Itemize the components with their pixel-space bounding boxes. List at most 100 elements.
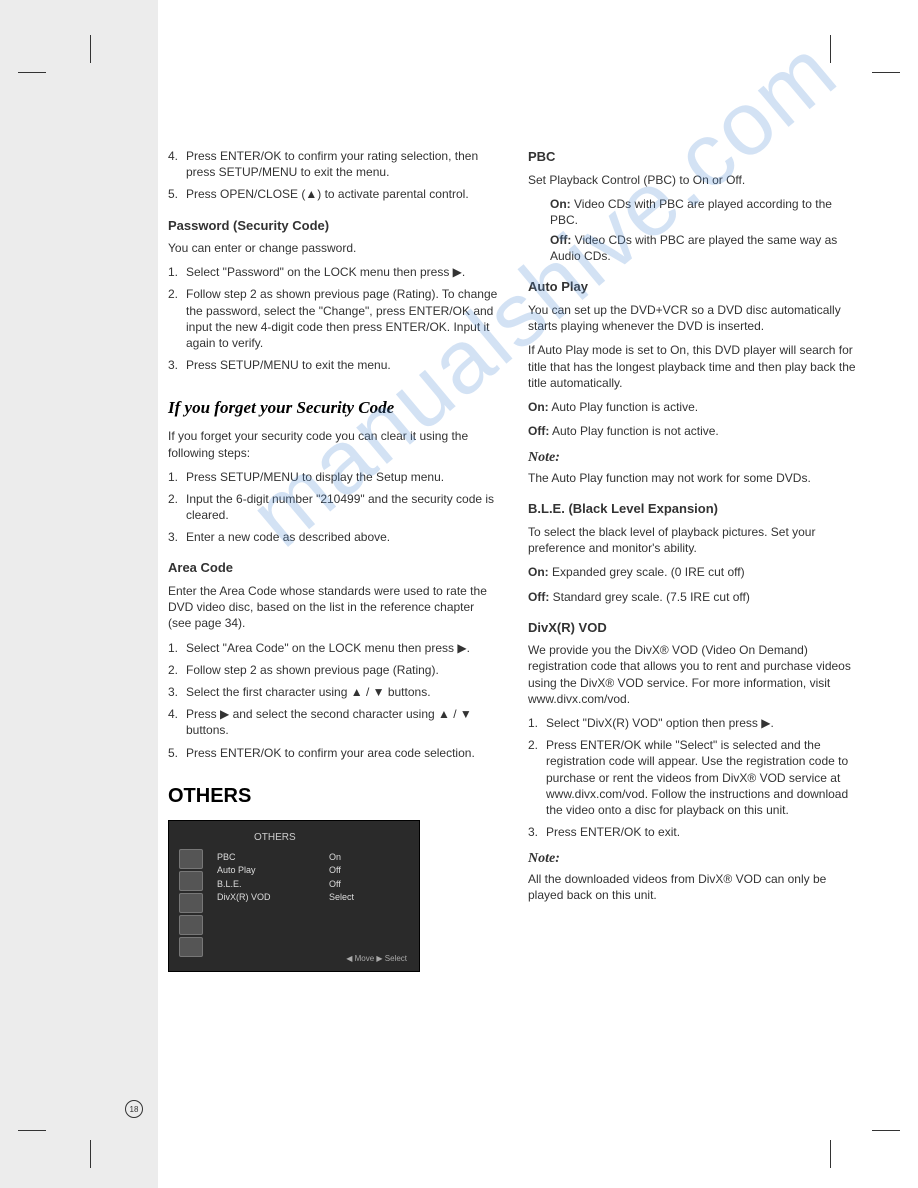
step-text: Press ENTER/OK while "Select" is selecte… [546,737,858,818]
list-item: 3.Press ENTER/OK to exit. [528,824,858,840]
right-column: PBC Set Playback Control (PBC) to On or … [528,148,858,972]
area-heading: Area Code [168,559,498,577]
desc: Auto Play function is active. [551,400,698,414]
desc: Auto Play function is not active. [552,424,719,438]
pbc-on: On: Video CDs with PBC are played accord… [550,196,858,228]
step-text: Input the 6-digit number "210499" and th… [186,491,498,523]
left-column: 4.Press ENTER/OK to confirm your rating … [168,148,498,972]
step-text: Press ▶ and select the second character … [186,706,498,738]
ble-heading: B.L.E. (Black Level Expansion) [528,500,858,518]
pbc-heading: PBC [528,148,858,166]
list-item: 1.Select "Area Code" on the LOCK menu th… [168,640,498,656]
step-text: Select "Password" on the LOCK menu then … [186,264,465,280]
menu-tab-icon [179,915,203,935]
password-intro: You can enter or change password. [168,240,498,256]
list-item: 4.Press ▶ and select the second characte… [168,706,498,738]
list-item: 2.Follow step 2 as shown previous page (… [168,662,498,678]
crop-mark [18,1130,46,1131]
list-item: 2.Follow step 2 as shown previous page (… [168,286,498,351]
step-text: Press ENTER/OK to exit. [546,824,680,840]
list-item: 5.Press ENTER/OK to confirm your area co… [168,745,498,761]
page-margin [0,0,158,1188]
note-text: All the downloaded videos from DivX® VOD… [528,871,858,903]
step-text: Select "DivX(R) VOD" option then press ▶… [546,715,774,731]
area-steps: 1.Select "Area Code" on the LOCK menu th… [168,640,498,761]
crop-mark [90,35,91,63]
step-text: Follow step 2 as shown previous page (Ra… [186,286,498,351]
pbc-intro: Set Playback Control (PBC) to On or Off. [528,172,858,188]
menu-tabs [179,849,203,959]
ble-off: Off: Standard grey scale. (7.5 IRE cut o… [528,589,858,605]
desc: Standard grey scale. (7.5 IRE cut off) [553,590,750,604]
menu-tab-icon [179,937,203,957]
pbc-off: Off: Video CDs with PBC are played the s… [550,232,858,264]
note-heading: Note: [528,850,858,869]
list-item: 3.Enter a new code as described above. [168,529,498,545]
ble-intro: To select the black level of playback pi… [528,524,858,556]
forget-heading: If you forget your Security Code [168,397,498,420]
menu-value: On [329,851,354,865]
menu-item: PBC [217,851,271,865]
step-text: Press ENTER/OK to confirm your rating se… [186,148,498,180]
desc: Expanded grey scale. (0 IRE cut off) [552,565,745,579]
label: On: [528,400,549,414]
menu-tab-icon [179,871,203,891]
step-text: Press ENTER/OK to confirm your area code… [186,745,475,761]
menu-footer-hint: ◀ Move ▶ Select [346,954,407,965]
menu-value: Off [329,878,354,892]
menu-item-values: On Off Off Select [329,851,354,905]
label: On: [528,565,549,579]
label: Off: [550,233,571,247]
ble-on: On: Expanded grey scale. (0 IRE cut off) [528,564,858,580]
forget-steps: 1.Press SETUP/MENU to display the Setup … [168,469,498,546]
list-item: 5.Press OPEN/CLOSE (▲) to activate paren… [168,186,498,202]
step-text: Follow step 2 as shown previous page (Ra… [186,662,439,678]
autoplay-p1: You can set up the DVD+VCR so a DVD disc… [528,302,858,334]
crop-mark [872,1130,900,1131]
menu-value: Select [329,891,354,905]
note-text: The Auto Play function may not work for … [528,470,858,486]
step-text: Press SETUP/MENU to display the Setup me… [186,469,444,485]
list-item: 3.Select the first character using ▲ / ▼… [168,684,498,700]
divx-intro: We provide you the DivX® VOD (Video On D… [528,642,858,707]
password-steps: 1.Select "Password" on the LOCK menu the… [168,264,498,373]
list-item: 1.Press SETUP/MENU to display the Setup … [168,469,498,485]
menu-item: DivX(R) VOD [217,891,271,905]
list-item: 3.Press SETUP/MENU to exit the menu. [168,357,498,373]
menu-value: Off [329,864,354,878]
menu-title: OTHERS [254,831,296,845]
label: Off: [528,424,549,438]
password-heading: Password (Security Code) [168,217,498,235]
list-item: 2.Input the 6-digit number "210499" and … [168,491,498,523]
divx-steps: 1.Select "DivX(R) VOD" option then press… [528,715,858,840]
crop-mark [90,1140,91,1168]
crop-mark [18,72,46,73]
step-text: Select the first character using ▲ / ▼ b… [186,684,431,700]
menu-item-labels: PBC Auto Play B.L.E. DivX(R) VOD [217,851,271,905]
list-item: 1.Select "Password" on the LOCK menu the… [168,264,498,280]
others-heading: OTHERS [168,783,498,810]
desc: Video CDs with PBC are played the same w… [550,233,837,263]
crop-mark [830,35,831,63]
page-number: 18 [125,1100,143,1118]
label: On: [550,197,571,211]
forget-intro: If you forget your security code you can… [168,428,498,460]
menu-tab-icon [179,849,203,869]
label: Off: [528,590,549,604]
crop-mark [872,72,900,73]
step-text: Press OPEN/CLOSE (▲) to activate parenta… [186,186,469,202]
menu-item: B.L.E. [217,878,271,892]
rating-continued-steps: 4.Press ENTER/OK to confirm your rating … [168,148,498,203]
manual-page: manualshive.com 4.Press ENTER/OK to conf… [0,0,918,1188]
menu-item: Auto Play [217,864,271,878]
osd-menu-screenshot: OTHERS PBC Auto Play B.L.E. DivX(R) VOD … [168,820,420,972]
note-heading: Note: [528,449,858,468]
menu-tab-icon [179,893,203,913]
list-item: 2.Press ENTER/OK while "Select" is selec… [528,737,858,818]
autoplay-off: Off: Auto Play function is not active. [528,423,858,439]
desc: Video CDs with PBC are played according … [550,197,832,227]
autoplay-heading: Auto Play [528,278,858,296]
list-item: 4.Press ENTER/OK to confirm your rating … [168,148,498,180]
page-content: 4.Press ENTER/OK to confirm your rating … [168,148,858,972]
autoplay-on: On: Auto Play function is active. [528,399,858,415]
